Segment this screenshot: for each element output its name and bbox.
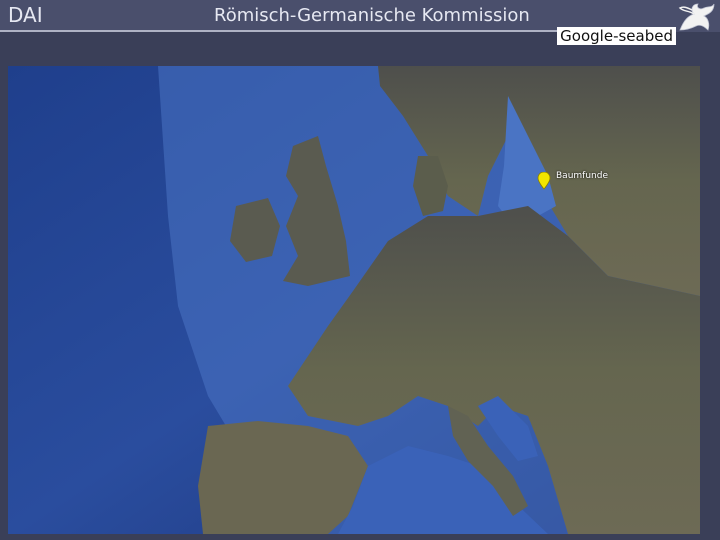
commission-title: Römisch-Germanische Kommission [214, 5, 530, 26]
satellite-map[interactable] [8, 66, 700, 534]
europe-map-svg [8, 66, 700, 534]
map-layer-caption: Google-seabed [557, 27, 676, 45]
griffin-logo-icon [678, 3, 715, 31]
org-abbrev-title: DAI [8, 3, 43, 27]
header-divider [0, 30, 560, 32]
iberia-land [198, 421, 368, 534]
marker-label: Baumfunde [556, 171, 608, 181]
location-pin-icon[interactable] [537, 172, 551, 190]
